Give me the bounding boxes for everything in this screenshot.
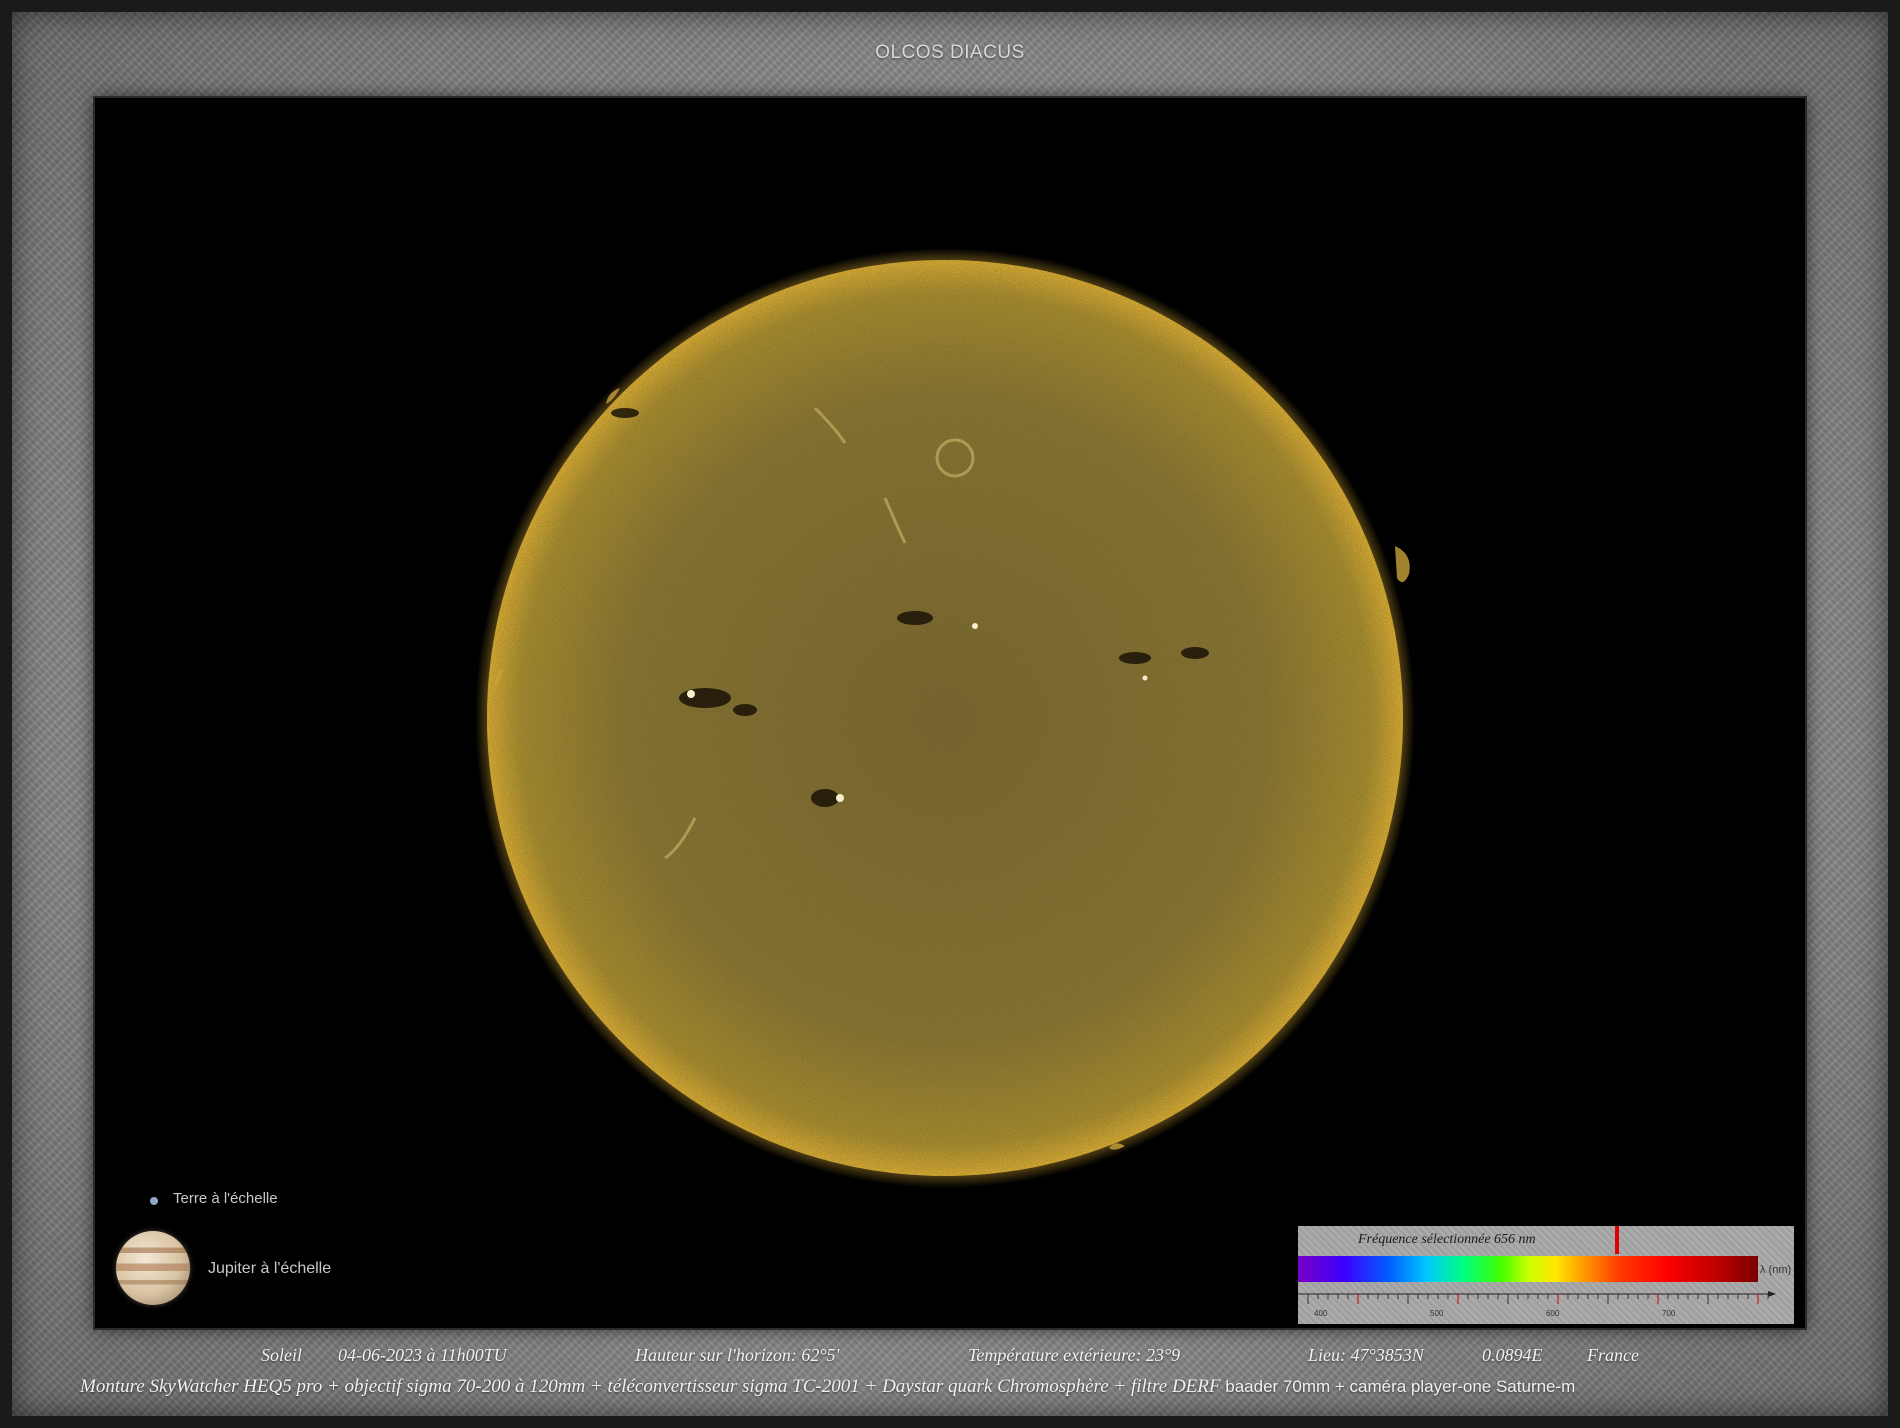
caption-altitude: Hauteur sur l'horizon: 62°5'	[635, 1345, 840, 1365]
earth-scale-label: Terre à l'échelle	[173, 1190, 278, 1207]
spectrum-tick-label: 700	[1662, 1309, 1676, 1318]
spectrum-tick-label: 500	[1430, 1309, 1444, 1318]
author-title: OLCOS DIACUS	[875, 42, 1025, 63]
caption-equipment-italic: Monture SkyWatcher HEQ5 pro + objectif s…	[80, 1376, 1221, 1397]
spectrum-marker	[1615, 1226, 1619, 1254]
caption-object: Soleil	[261, 1345, 302, 1365]
jupiter-scale-image	[116, 1231, 190, 1305]
caption-datetime: 04-06-2023 à 11h00TU	[338, 1345, 507, 1365]
caption-longitude: 0.0894E	[1482, 1345, 1543, 1365]
caption-temperature: Température extérieure: 23°9	[968, 1345, 1181, 1365]
caption-country: France	[1587, 1345, 1639, 1365]
caption-equipment: Monture SkyWatcher HEQ5 pro + objectif s…	[80, 1376, 1575, 1398]
spectrum-axis: 400 500 600 700	[1298, 1291, 1776, 1318]
caption-location: Lieu: 47°3853N	[1308, 1345, 1424, 1365]
caption-equipment-plain: baader 70mm + caméra player-one Saturne-…	[1225, 1377, 1576, 1396]
spectrum-gradient	[1298, 1256, 1758, 1282]
spectrum-unit: λ (nm)	[1760, 1264, 1792, 1276]
spectrum-panel: Fréquence sélectionnée 656 nm λ (nm) 400…	[1298, 1226, 1794, 1324]
spectrum-title: Fréquence sélectionnée 656 nm	[1358, 1232, 1536, 1247]
jupiter-scale-label: Jupiter à l'échelle	[208, 1260, 332, 1277]
sun-disc	[475, 248, 1415, 1188]
spectrum-tick-label: 400	[1314, 1309, 1328, 1318]
earth-scale-dot	[150, 1197, 158, 1205]
spectrum-tick-label: 600	[1546, 1309, 1560, 1318]
solar-photo: Terre à l'échelle Jupiter à l'échelle Fr…	[95, 98, 1805, 1328]
